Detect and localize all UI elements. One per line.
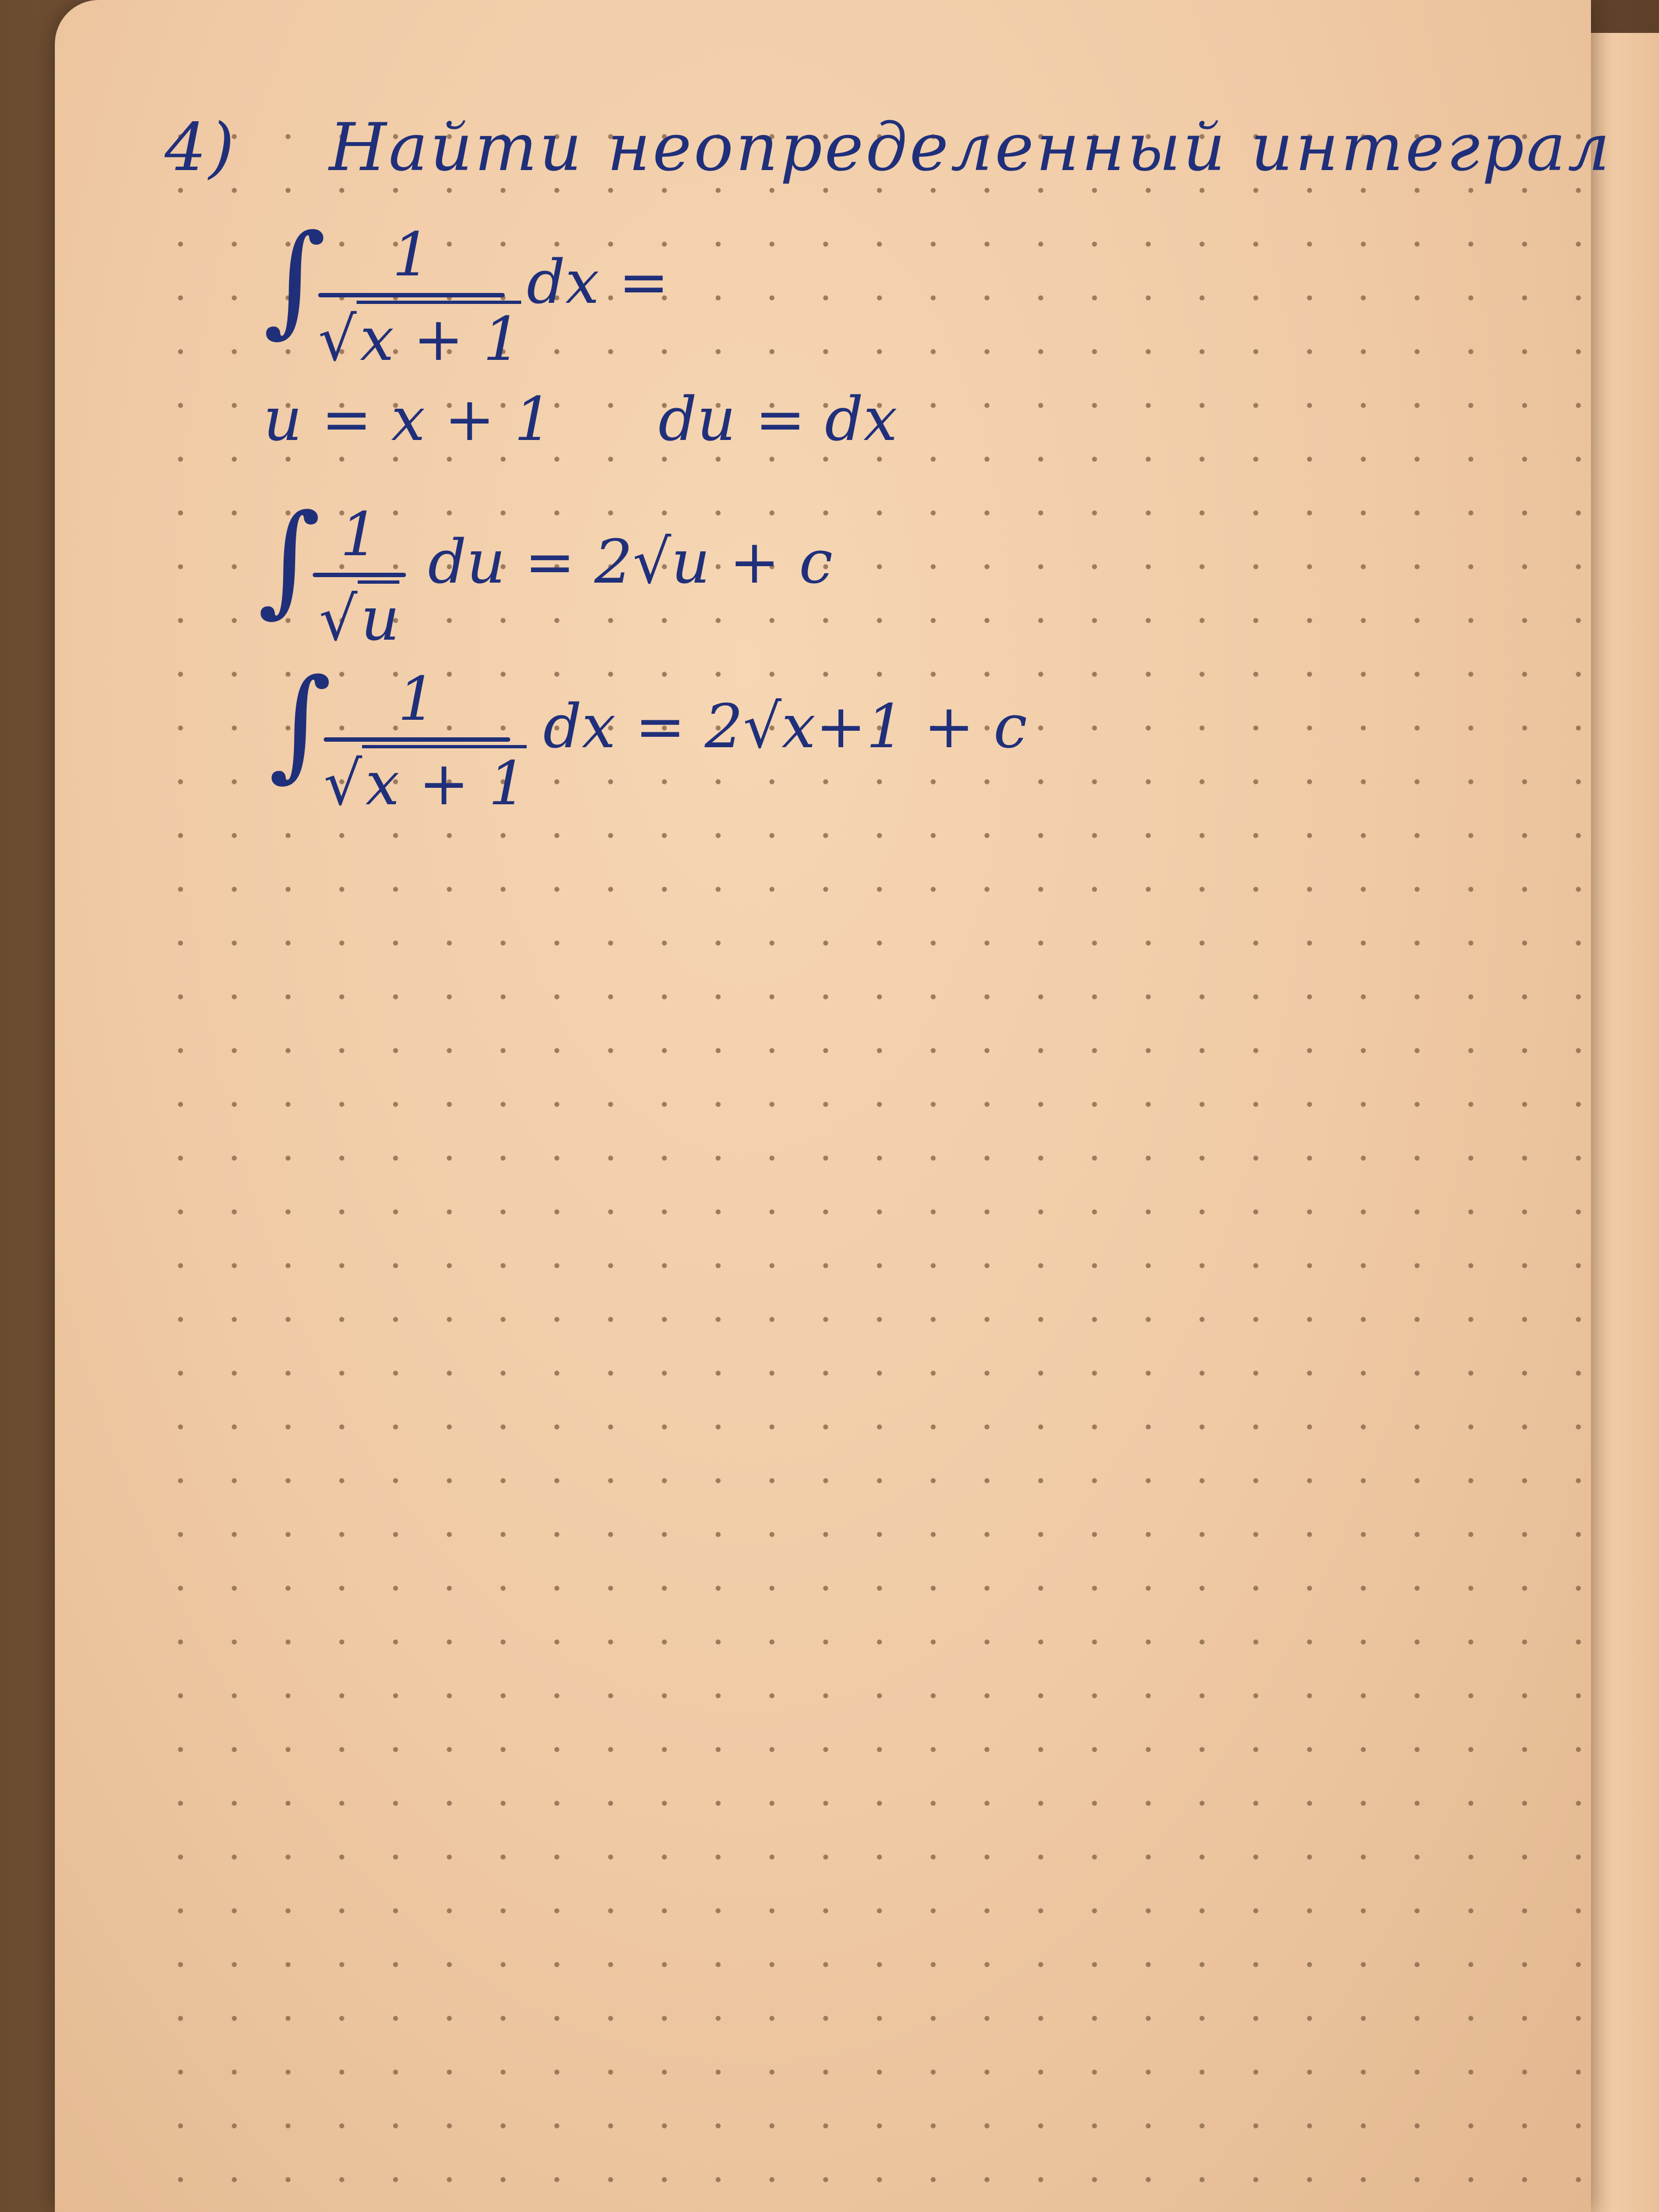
sqrt-icon: √ (318, 304, 357, 374)
sqrt-icon: √ (324, 748, 363, 819)
task-title: 4) Найти неопределенный интеграл (165, 110, 1612, 186)
line4-tail: dx = 2√x+1 + c (543, 691, 1028, 761)
numerator-3: 1 (398, 664, 436, 734)
denominator-2: u (357, 580, 400, 654)
fraction-bar-1 (318, 293, 505, 297)
line3-tail: du = 2√u + c (428, 527, 833, 597)
denominator-3: x + 1 (362, 745, 527, 819)
fraction-2: 1 √u (313, 499, 406, 654)
fraction-1: 1 √x + 1 (318, 219, 522, 374)
integral-sign-3: ∫ (269, 653, 332, 793)
fraction-bar-2 (313, 573, 406, 577)
substitution: u = x + 1 (263, 384, 553, 454)
fraction-3: 1 √x + 1 (324, 664, 527, 819)
line1-tail: dx = (527, 247, 669, 317)
task-number: 4) (165, 110, 237, 186)
sqrt-icon: √ (319, 584, 358, 654)
task-text: Найти неопределенный интеграл (329, 110, 1612, 186)
numerator-1: 1 (392, 219, 431, 290)
denominator-1: x + 1 (357, 301, 522, 374)
differential: du = dx (658, 384, 898, 454)
numerator-2: 1 (340, 499, 379, 569)
fraction-bar-3 (324, 737, 510, 742)
integral-sign-2: ∫ (258, 488, 321, 629)
integral-sign-1: ∫ (263, 208, 326, 349)
